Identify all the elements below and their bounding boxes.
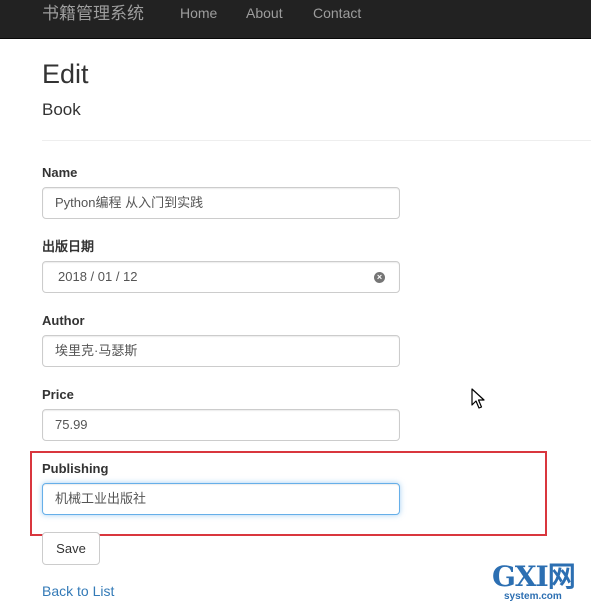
author-input[interactable]: 埃里克·马瑟斯 [42, 335, 400, 367]
watermark-logo: GXI网 system.com [492, 562, 591, 605]
name-input-value: Python编程 从入门到实践 [55, 195, 204, 210]
publishing-input[interactable]: 机械工业出版社 [42, 483, 400, 515]
clear-date-icon[interactable]: × [374, 272, 385, 283]
back-to-list-link[interactable]: Back to List [42, 583, 114, 599]
page-subtitle: Book [42, 100, 81, 119]
mouse-cursor-icon [471, 388, 485, 409]
price-input[interactable]: 75.99 [42, 409, 400, 441]
price-label: Price [42, 387, 74, 402]
publish-date-value: 2018 / 01 / 12 [58, 269, 138, 284]
author-input-value: 埃里克·马瑟斯 [55, 343, 138, 358]
navbar: 书籍管理系统 Home About Contact [0, 0, 591, 39]
name-input[interactable]: Python编程 从入门到实践 [42, 187, 400, 219]
watermark-sub-text: system.com [504, 591, 562, 602]
divider [42, 140, 591, 141]
nav-link-about[interactable]: About [246, 5, 283, 21]
navbar-brand[interactable]: 书籍管理系统 [42, 4, 144, 24]
save-button[interactable]: Save [42, 532, 100, 565]
nav-link-contact[interactable]: Contact [313, 5, 361, 21]
publish-date-input[interactable]: 2018 / 01 / 12 × [42, 261, 400, 293]
publishing-input-value: 机械工业出版社 [55, 491, 147, 506]
author-label: Author [42, 313, 85, 328]
watermark-main-text: GXI网 [492, 560, 576, 593]
nav-link-home[interactable]: Home [180, 5, 217, 21]
price-input-value: 75.99 [55, 417, 88, 432]
publish-date-label: 出版日期 [42, 239, 95, 254]
name-label: Name [42, 165, 78, 180]
page-title: Edit [42, 59, 89, 89]
publishing-label: Publishing [42, 461, 109, 476]
